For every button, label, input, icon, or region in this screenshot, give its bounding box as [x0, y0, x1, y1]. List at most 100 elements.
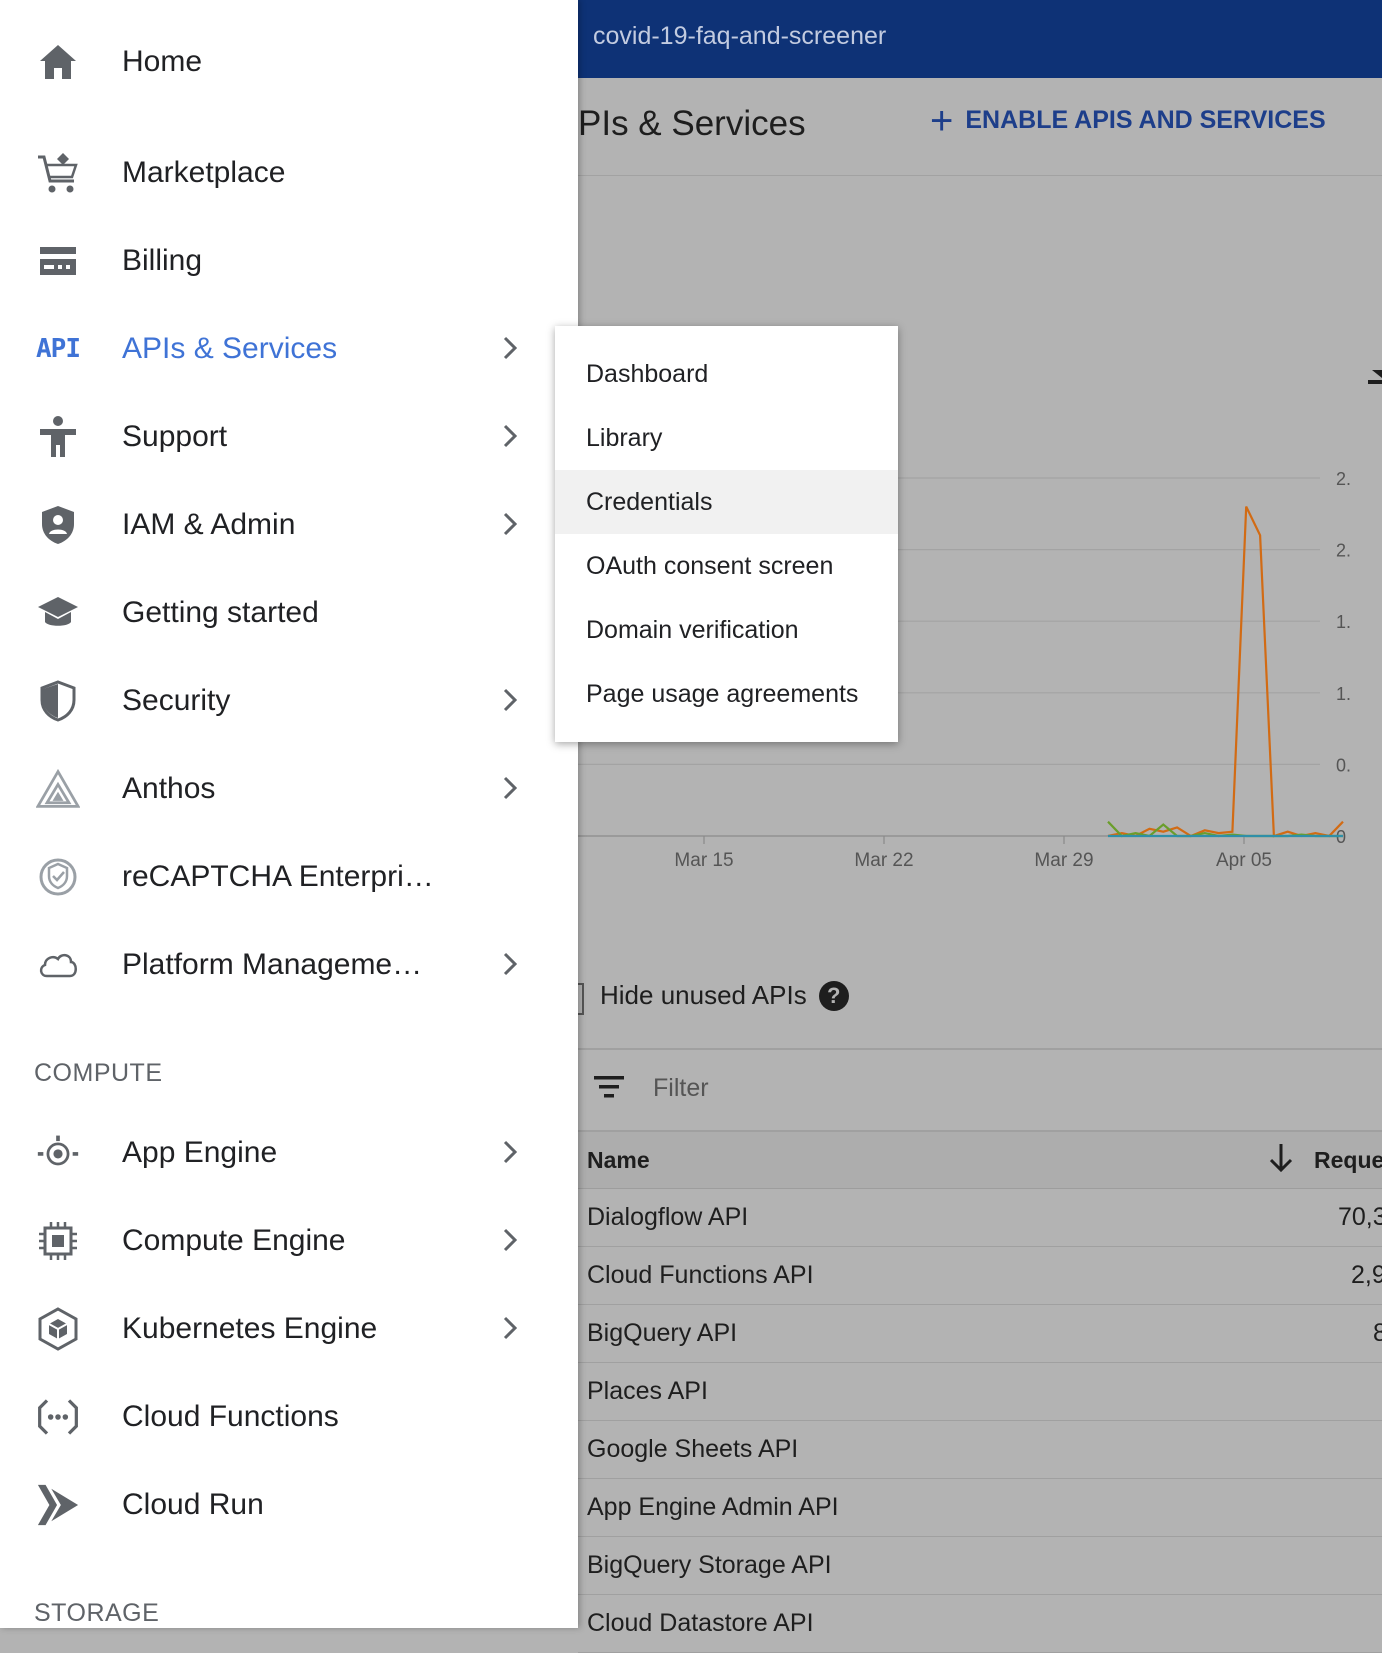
section-compute: COMPUTE: [34, 1059, 163, 1087]
nav-item-security[interactable]: Security: [0, 666, 578, 736]
nav-item-platform-management[interactable]: Platform Manageme…: [0, 930, 578, 1000]
nav-label: Getting started: [122, 596, 319, 629]
table-row[interactable]: Google Sheets API: [578, 1421, 1382, 1479]
nav-item-support[interactable]: Support: [0, 402, 578, 472]
nav-item-apis-services[interactable]: API APIs & Services: [0, 314, 578, 384]
y-tick-label: 2.: [1336, 469, 1351, 489]
row-requests: 8: [1373, 1319, 1382, 1347]
nav-item-billing[interactable]: Billing: [0, 226, 578, 296]
nav-label: Compute Engine: [122, 1224, 346, 1257]
row-name[interactable]: Google Sheets API: [587, 1435, 798, 1464]
support-icon: [36, 416, 80, 457]
api-icon-text: API: [36, 334, 81, 364]
table-row[interactable]: App Engine Admin API: [578, 1479, 1382, 1537]
chevron-right-icon: [503, 512, 517, 536]
y-tick-label: 2.: [1336, 541, 1351, 561]
security-shield-icon: [36, 680, 80, 722]
nav-label: Platform Manageme…: [122, 948, 423, 981]
chevron-right-icon: [503, 688, 517, 712]
table-row[interactable]: Cloud Functions API 2,9: [578, 1247, 1382, 1305]
table-row[interactable]: Cloud Datastore API: [578, 1595, 1382, 1653]
chevron-right-icon: [503, 776, 517, 800]
submenu-item-oauth-consent[interactable]: OAuth consent screen: [555, 534, 898, 598]
chevron-right-icon: [503, 424, 517, 448]
table-row[interactable]: BigQuery Storage API: [578, 1537, 1382, 1595]
submenu-item-domain-verification[interactable]: Domain verification: [555, 598, 898, 662]
submenu-label: Page usage agreements: [586, 680, 859, 708]
row-requests: 2,9: [1351, 1261, 1382, 1289]
nav-item-app-engine[interactable]: App Engine: [0, 1118, 578, 1188]
column-name[interactable]: Name: [587, 1147, 650, 1174]
help-icon[interactable]: ?: [818, 980, 849, 1011]
table-row[interactable]: Places API: [578, 1363, 1382, 1421]
project-name[interactable]: covid-19-faq-and-screener: [593, 22, 886, 51]
submenu-label: OAuth consent screen: [586, 552, 834, 580]
submenu-item-page-usage[interactable]: Page usage agreements: [555, 662, 898, 726]
nav-label: Home: [122, 45, 203, 78]
y-tick-label: 1.: [1336, 612, 1351, 632]
apis-table: Name Reque Dialogflow API 70,3 Cloud Func…: [578, 1130, 1382, 1653]
chevron-right-icon: [503, 336, 517, 360]
nav-label: Cloud Functions: [122, 1400, 339, 1433]
row-name[interactable]: Places API: [587, 1377, 708, 1406]
nav-item-cloud-run[interactable]: Cloud Run: [0, 1470, 578, 1540]
row-name[interactable]: Dialogflow API: [587, 1203, 748, 1232]
nav-label: Cloud Run: [122, 1488, 264, 1521]
nav-item-marketplace[interactable]: Marketplace: [0, 138, 578, 208]
table-row[interactable]: Dialogflow API 70,3: [578, 1189, 1382, 1247]
chevron-right-icon: [503, 1316, 517, 1340]
row-name[interactable]: BigQuery Storage API: [587, 1551, 832, 1580]
submenu-label: Dashboard: [586, 360, 709, 388]
chevron-right-icon: [503, 1140, 517, 1164]
nav-label: Anthos: [122, 772, 216, 805]
marketplace-icon: [36, 153, 80, 193]
nav-item-getting-started[interactable]: Getting started: [0, 578, 578, 648]
row-name[interactable]: Cloud Datastore API: [587, 1609, 814, 1638]
chip-icon: [36, 1221, 80, 1261]
column-requests[interactable]: Reque: [1314, 1147, 1382, 1174]
nav-label: Kubernetes Engine: [122, 1312, 378, 1345]
plus-icon: +: [930, 98, 954, 143]
nav-label: APIs & Services: [122, 332, 338, 365]
nav-label: Security: [122, 684, 231, 717]
filter-icon[interactable]: [594, 1076, 624, 1098]
submenu-item-library[interactable]: Library: [555, 406, 898, 470]
row-name[interactable]: Cloud Functions API: [587, 1261, 814, 1290]
sort-down-icon[interactable]: [1268, 1142, 1294, 1174]
nav-label: Billing: [122, 244, 203, 277]
submenu-item-credentials[interactable]: Credentials: [555, 470, 898, 534]
cloud-icon: [36, 945, 80, 985]
nav-item-recaptcha[interactable]: reCAPTCHA Enterpri…: [0, 842, 578, 912]
nav-item-iam-admin[interactable]: IAM & Admin: [0, 490, 578, 560]
filter-bar[interactable]: Filter: [578, 1050, 1382, 1130]
enable-apis-button[interactable]: + ENABLE APIS AND SERVICES: [930, 98, 1326, 143]
graduation-cap-icon: [36, 593, 80, 633]
filter-input[interactable]: Filter: [653, 1074, 709, 1103]
nav-item-home[interactable]: Home: [0, 27, 578, 97]
anthos-icon: [36, 768, 80, 809]
hide-unused-row: Hide unused APIs ?: [578, 980, 849, 1011]
section-storage: STORAGE: [34, 1599, 160, 1627]
row-name[interactable]: App Engine Admin API: [587, 1493, 839, 1522]
billing-icon: [36, 241, 80, 281]
nav-item-kubernetes-engine[interactable]: Kubernetes Engine: [0, 1294, 578, 1364]
x-tick-label: Apr 05: [1216, 850, 1272, 871]
download-icon[interactable]: [1368, 352, 1382, 384]
nav-item-anthos[interactable]: Anthos: [0, 754, 578, 824]
enable-apis-label: ENABLE APIS AND SERVICES: [965, 106, 1326, 134]
recaptcha-icon: [36, 857, 80, 897]
nav-label: IAM & Admin: [122, 508, 296, 541]
table-row[interactable]: BigQuery API 8: [578, 1305, 1382, 1363]
y-tick-label: 1.: [1336, 684, 1351, 704]
row-name[interactable]: BigQuery API: [587, 1319, 737, 1348]
submenu-label: Library: [586, 424, 663, 452]
nav-item-cloud-functions[interactable]: Cloud Functions: [0, 1382, 578, 1452]
home-icon: [36, 42, 80, 82]
nav-item-compute-engine[interactable]: Compute Engine: [0, 1206, 578, 1276]
app-engine-icon: [36, 1133, 80, 1173]
chevron-right-icon: [503, 1228, 517, 1252]
navigation-drawer: Home Marketplace Billing API APIs & Serv…: [0, 0, 578, 1628]
submenu-item-dashboard[interactable]: Dashboard: [555, 342, 898, 406]
page-title: PIs & Services: [578, 104, 806, 143]
nav-label: App Engine: [122, 1136, 278, 1169]
